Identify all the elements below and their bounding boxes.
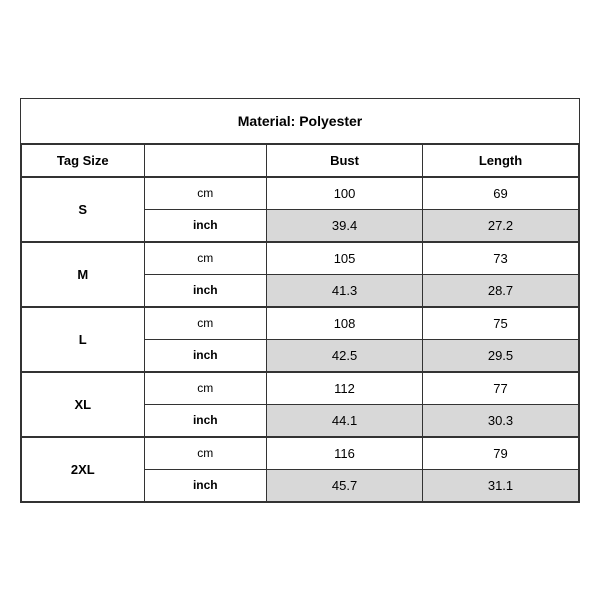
bust-cm-value: 112 xyxy=(267,372,423,405)
length-cm-value: 77 xyxy=(423,372,579,405)
length-inch-value: 27.2 xyxy=(423,209,579,242)
table-row: Lcm10875 xyxy=(22,307,579,340)
tag-size-cell: 2XL xyxy=(22,437,145,502)
bust-cm-value: 116 xyxy=(267,437,423,470)
tag-size-cell: XL xyxy=(22,372,145,437)
bust-inch-value: 42.5 xyxy=(267,339,423,372)
unit-cell-inch: inch xyxy=(144,404,267,437)
unit-cell-cm: cm xyxy=(144,307,267,340)
tag-size-cell: L xyxy=(22,307,145,372)
bust-cm-value: 100 xyxy=(267,177,423,210)
unit-cell-inch: inch xyxy=(144,274,267,307)
bust-inch-value: 41.3 xyxy=(267,274,423,307)
chart-title: Material: Polyester xyxy=(21,99,579,144)
bust-inch-value: 39.4 xyxy=(267,209,423,242)
length-inch-value: 31.1 xyxy=(423,469,579,501)
unit-cell-inch: inch xyxy=(144,339,267,372)
tag-size-cell: M xyxy=(22,242,145,307)
unit-cell-cm: cm xyxy=(144,372,267,405)
bust-cm-value: 108 xyxy=(267,307,423,340)
unit-cell-cm: cm xyxy=(144,242,267,275)
table-header-row: Tag Size Bust Length xyxy=(22,144,579,177)
unit-cell-cm: cm xyxy=(144,177,267,210)
length-inch-value: 28.7 xyxy=(423,274,579,307)
bust-header: Bust xyxy=(267,144,423,177)
unit-cell-inch: inch xyxy=(144,469,267,501)
bust-cm-value: 105 xyxy=(267,242,423,275)
length-cm-value: 79 xyxy=(423,437,579,470)
length-cm-value: 69 xyxy=(423,177,579,210)
bust-inch-value: 44.1 xyxy=(267,404,423,437)
length-cm-value: 75 xyxy=(423,307,579,340)
size-chart-container: Material: Polyester Tag Size Bust Length… xyxy=(20,98,580,503)
table-row: Mcm10573 xyxy=(22,242,579,275)
length-inch-value: 29.5 xyxy=(423,339,579,372)
unit-cell-cm: cm xyxy=(144,437,267,470)
length-header: Length xyxy=(423,144,579,177)
table-row: 2XLcm11679 xyxy=(22,437,579,470)
tag-size-cell: S xyxy=(22,177,145,242)
tag-size-header: Tag Size xyxy=(22,144,145,177)
unit-cell-inch: inch xyxy=(144,209,267,242)
unit-header xyxy=(144,144,267,177)
length-cm-value: 73 xyxy=(423,242,579,275)
size-table: Tag Size Bust Length Scm10069inch39.427.… xyxy=(21,144,579,502)
length-inch-value: 30.3 xyxy=(423,404,579,437)
table-row: Scm10069 xyxy=(22,177,579,210)
bust-inch-value: 45.7 xyxy=(267,469,423,501)
table-row: XLcm11277 xyxy=(22,372,579,405)
